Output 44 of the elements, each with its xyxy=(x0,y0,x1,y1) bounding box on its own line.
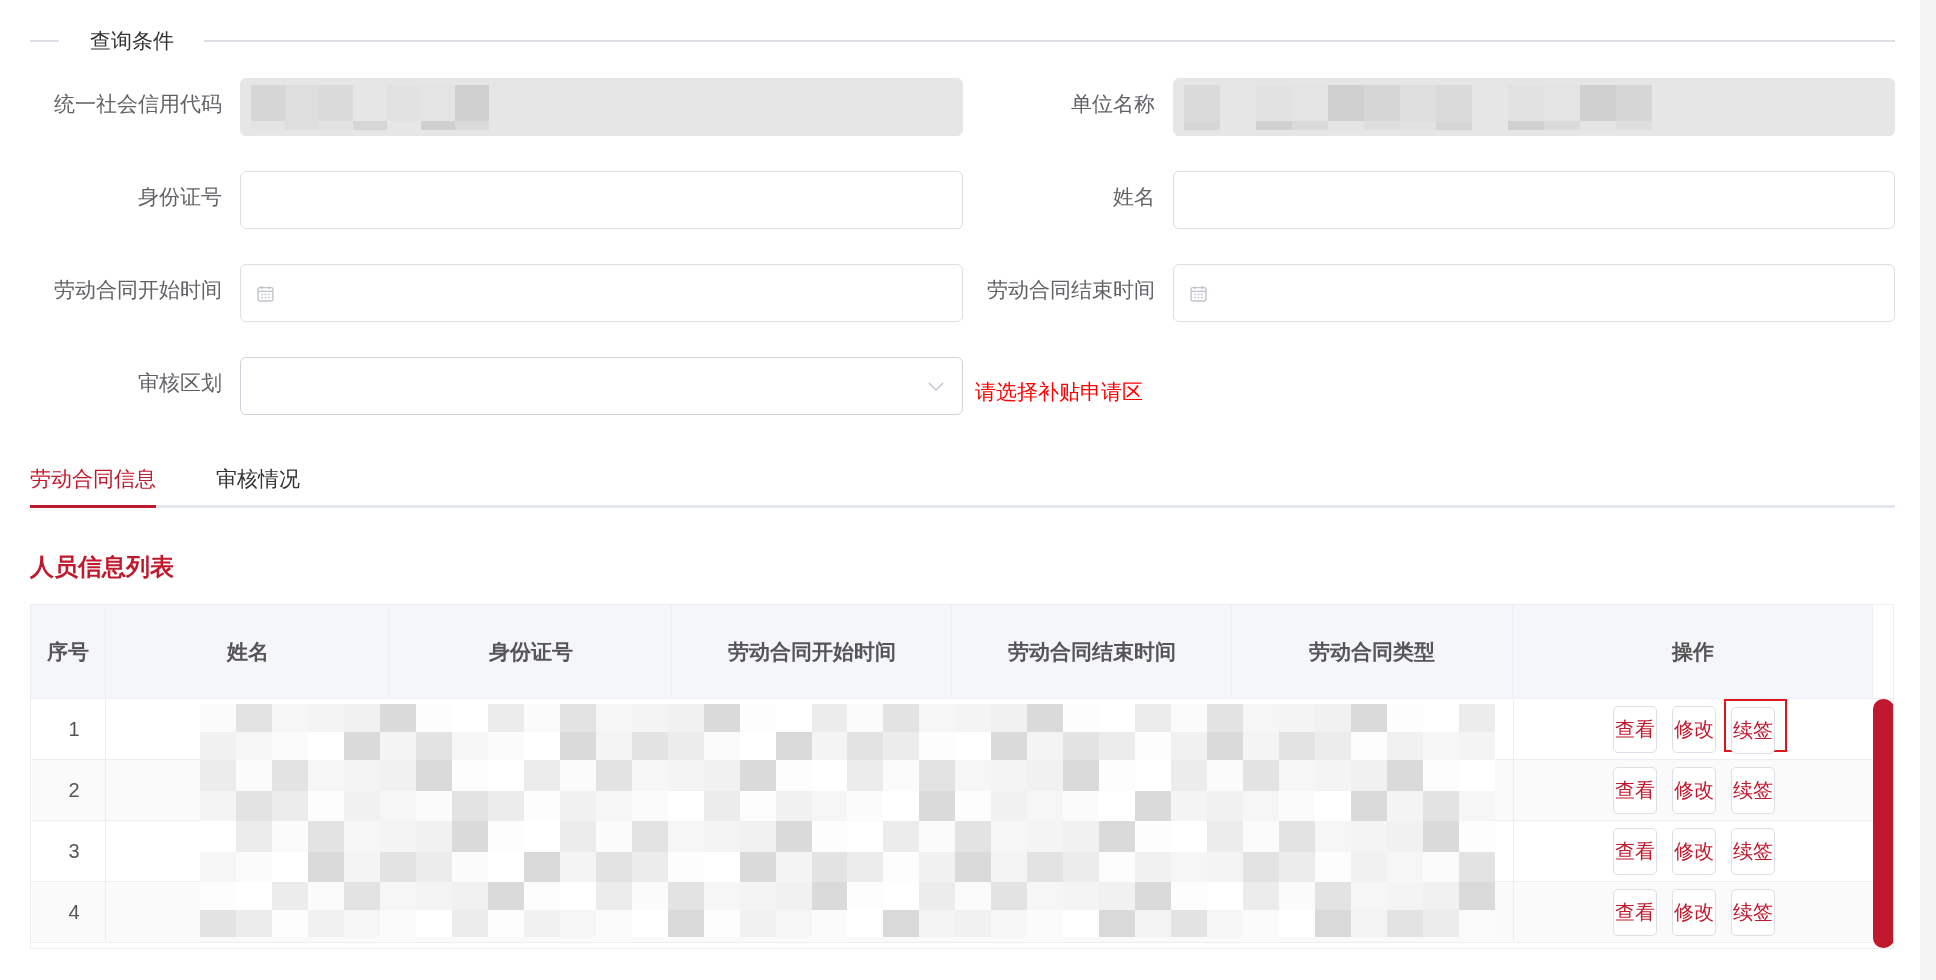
column-header: 操作 xyxy=(1671,638,1714,665)
field-label: 身份证号 xyxy=(138,184,222,210)
row-number: 3 xyxy=(67,839,80,863)
action-button[interactable]: 续签 xyxy=(1730,766,1775,814)
field-label: 劳动合同开始时间 xyxy=(54,277,222,303)
action-button[interactable]: 续签 xyxy=(1730,827,1775,875)
column-header: 序号 xyxy=(47,638,89,665)
date-field[interactable] xyxy=(1172,264,1895,322)
validation-hint: 请选择补贴申请区 xyxy=(974,379,1143,405)
action-button[interactable]: 修改 xyxy=(1671,766,1716,814)
action-button[interactable]: 查看 xyxy=(1612,705,1657,753)
tab[interactable]: 审核情况 xyxy=(216,465,300,508)
calendar-icon xyxy=(1189,284,1207,302)
field-label: 单位名称 xyxy=(1070,91,1155,117)
field-label: 统一社会信用代码 xyxy=(54,91,222,117)
row-number: 2 xyxy=(67,778,80,802)
action-button[interactable]: 修改 xyxy=(1671,888,1716,936)
column-header: 身份证号 xyxy=(488,638,573,665)
row-number: 4 xyxy=(67,900,80,924)
column-header: 劳动合同开始时间 xyxy=(727,638,896,665)
list-heading: 人员信息列表 xyxy=(30,552,174,582)
action-button[interactable]: 查看 xyxy=(1612,888,1657,936)
action-button[interactable]: 续签 xyxy=(1730,888,1775,936)
column-header: 姓名 xyxy=(226,638,269,665)
section-title: 查询条件 xyxy=(90,28,174,54)
date-field[interactable] xyxy=(240,264,963,322)
action-button[interactable]: 续签 xyxy=(1730,706,1775,754)
scrollbar-thumb[interactable] xyxy=(1873,699,1893,948)
action-button[interactable]: 查看 xyxy=(1612,766,1657,814)
field-label: 劳动合同结束时间 xyxy=(986,277,1155,303)
field-label: 姓名 xyxy=(1112,184,1155,210)
column-header: 劳动合同类型 xyxy=(1309,638,1435,665)
row-number: 1 xyxy=(67,717,80,741)
tab[interactable]: 劳动合同信息 xyxy=(30,465,156,508)
select-field[interactable] xyxy=(240,357,963,415)
action-button[interactable]: 修改 xyxy=(1671,827,1716,875)
calendar-icon xyxy=(257,284,274,302)
text-field[interactable] xyxy=(240,171,963,229)
chevron-down-icon xyxy=(927,381,944,391)
action-button[interactable]: 修改 xyxy=(1671,705,1716,753)
action-button[interactable]: 查看 xyxy=(1612,827,1657,875)
field-label: 审核区划 xyxy=(138,370,222,396)
column-header: 劳动合同结束时间 xyxy=(1007,638,1176,665)
text-field[interactable] xyxy=(1172,171,1895,229)
